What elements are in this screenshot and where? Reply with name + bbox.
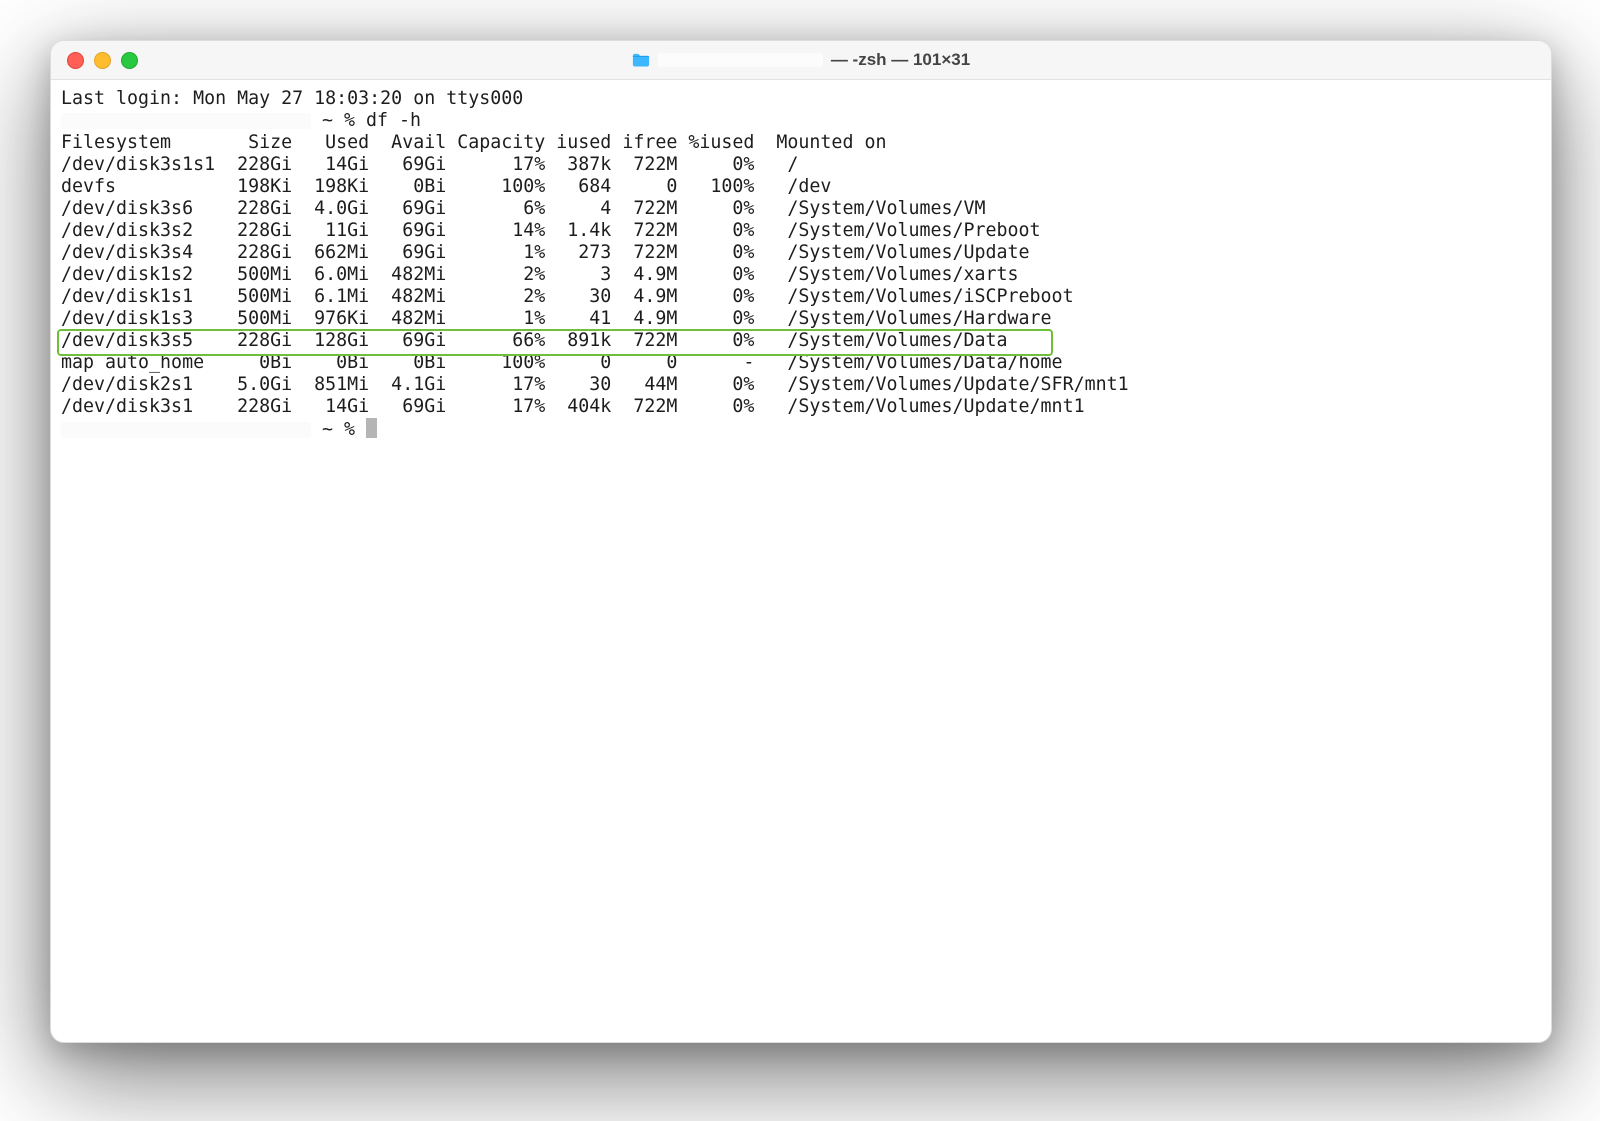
- window-title: — -zsh — 101×31: [51, 50, 1551, 70]
- df-row: /dev/disk3s1s1 228Gi 14Gi 69Gi 17% 387k …: [61, 154, 1541, 176]
- prompt-command: ~ % df -h: [311, 110, 421, 131]
- df-row: /dev/disk1s2 500Mi 6.0Mi 482Mi 2% 3 4.9M…: [61, 264, 1541, 286]
- df-row: /dev/disk3s2 228Gi 11Gi 69Gi 14% 1.4k 72…: [61, 220, 1541, 242]
- df-row: /dev/disk3s6 228Gi 4.0Gi 69Gi 6% 4 722M …: [61, 198, 1541, 220]
- last-login-line: Last login: Mon May 27 18:03:20 on ttys0…: [61, 88, 1541, 110]
- close-button[interactable]: [67, 52, 84, 69]
- prompt-line-idle: ~ %: [61, 418, 1541, 441]
- window-title-text: — -zsh — 101×31: [831, 50, 970, 70]
- df-header-row: Filesystem Size Used Avail Capacity iuse…: [61, 132, 1541, 154]
- prompt-line: ~ % df -h: [61, 110, 1541, 132]
- hostname-redacted: [61, 422, 311, 438]
- terminal-window: — -zsh — 101×31 Last login: Mon May 27 1…: [50, 40, 1552, 1043]
- window-titlebar: — -zsh — 101×31: [51, 41, 1551, 80]
- window-title-redacted: [658, 53, 823, 67]
- df-row: /dev/disk3s1 228Gi 14Gi 69Gi 17% 404k 72…: [61, 396, 1541, 418]
- df-row: devfs 198Ki 198Ki 0Bi 100% 684 0 100% /d…: [61, 176, 1541, 198]
- cursor: [366, 418, 377, 438]
- zoom-button[interactable]: [121, 52, 138, 69]
- df-row: /dev/disk1s3 500Mi 976Ki 482Mi 1% 41 4.9…: [61, 308, 1541, 330]
- terminal-output[interactable]: Last login: Mon May 27 18:03:20 on ttys0…: [51, 80, 1551, 1042]
- df-row: /dev/disk3s4 228Gi 662Mi 69Gi 1% 273 722…: [61, 242, 1541, 264]
- prompt-symbol: ~ %: [311, 419, 366, 440]
- folder-icon: [632, 53, 650, 67]
- hostname-redacted: [61, 113, 311, 129]
- traffic-lights: [51, 52, 138, 69]
- minimize-button[interactable]: [94, 52, 111, 69]
- df-row: /dev/disk2s1 5.0Gi 851Mi 4.1Gi 17% 30 44…: [61, 374, 1541, 396]
- df-row: map auto_home 0Bi 0Bi 0Bi 100% 0 0 - /Sy…: [61, 352, 1541, 374]
- df-row: /dev/disk3s5 228Gi 128Gi 69Gi 66% 891k 7…: [61, 330, 1541, 352]
- df-row: /dev/disk1s1 500Mi 6.1Mi 482Mi 2% 30 4.9…: [61, 286, 1541, 308]
